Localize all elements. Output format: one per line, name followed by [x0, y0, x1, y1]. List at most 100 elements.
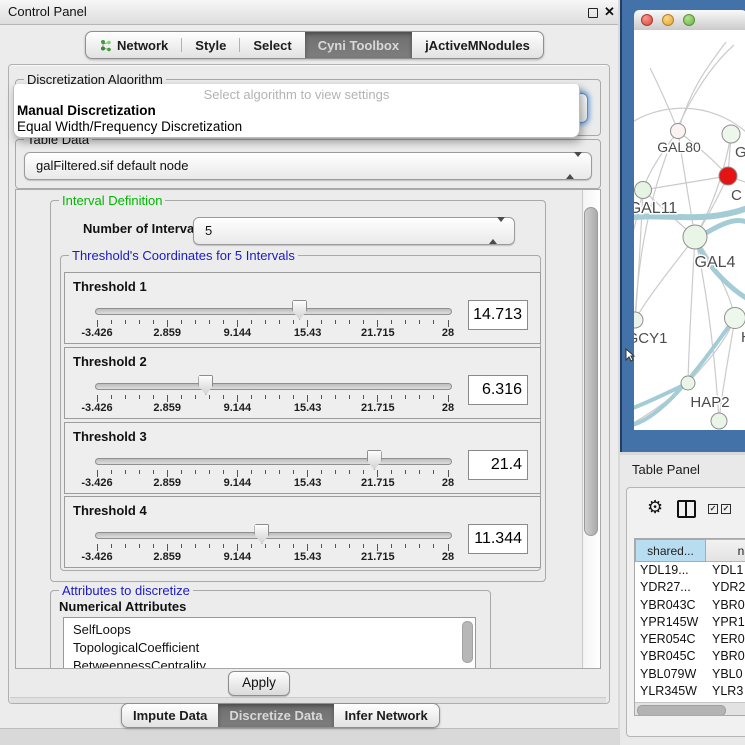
cell-name: YER0	[712, 631, 745, 648]
tick-mark	[279, 320, 280, 324]
network-node-ga[interactable]	[722, 125, 740, 143]
node-label: H	[741, 329, 745, 346]
minimize-traffic-light-icon[interactable]	[662, 14, 674, 26]
scale-label: 15.43	[294, 477, 322, 489]
threshold-value-field[interactable]: 11.344	[468, 524, 528, 554]
network-canvas[interactable]: GAL80GACGAL11GAL4GCY1HHAP2	[634, 30, 745, 430]
slider-track[interactable]	[95, 458, 452, 465]
checkbox-icon[interactable]: ✓	[721, 504, 731, 514]
cell-name: YBR0	[712, 648, 745, 665]
network-node-gal80[interactable]	[671, 124, 686, 139]
scale-label: -3.426	[81, 327, 112, 339]
tab-impute-data[interactable]: Impute Data	[122, 704, 218, 727]
network-node-gal4[interactable]	[683, 225, 707, 249]
table-row[interactable]: YLR345WYLR3	[635, 683, 745, 700]
node-label: GA	[735, 144, 745, 161]
dropdown-option-equal-width[interactable]: Equal Width/Frequency Discretization	[17, 119, 242, 134]
numerical-attributes-list[interactable]: SelfLoopsTopologicalCoefficientBetweenne…	[63, 617, 476, 669]
list-item[interactable]: BetweennessCentrality	[73, 657, 206, 669]
tick-mark	[209, 470, 210, 474]
network-graph: GAL80GACGAL11GAL4GCY1HHAP2	[634, 30, 745, 430]
horizontal-scrollbar-thumb[interactable]	[637, 705, 726, 716]
network-nodes	[634, 124, 745, 430]
network-node[interactable]	[711, 413, 727, 429]
tick-mark	[209, 320, 210, 324]
list-scrollbar-thumb[interactable]	[462, 621, 473, 663]
zoom-traffic-light-icon[interactable]	[683, 14, 695, 26]
table-row[interactable]: YBR045CYBR0	[635, 648, 745, 665]
table-row[interactable]: YDR27...YDR2	[635, 579, 745, 596]
tab-network[interactable]: Network	[86, 32, 181, 58]
tab-style[interactable]: Style	[182, 32, 239, 58]
checkbox-icon[interactable]: ✓	[708, 504, 718, 514]
scale-label: 2.859	[153, 402, 181, 414]
threshold-value-field[interactable]: 21.4	[468, 450, 528, 480]
tick-mark	[97, 544, 98, 551]
slider-thumb[interactable]	[198, 375, 213, 395]
tab-infer-network[interactable]: Infer Network	[334, 704, 439, 727]
tick-mark	[139, 320, 140, 324]
network-node-h[interactable]	[725, 308, 745, 329]
tick-mark	[167, 395, 168, 402]
table-data-combobox[interactable]: galFiltered.sif default node	[24, 152, 592, 180]
tick-mark	[419, 395, 420, 399]
tick-mark	[237, 470, 238, 477]
tab-select[interactable]: Select	[240, 32, 304, 58]
gear-icon[interactable]: ⚙	[647, 497, 663, 517]
table-row[interactable]: YER054CYER0	[635, 631, 745, 648]
tab-cyni-toolbox[interactable]: Cyni Toolbox	[305, 32, 412, 58]
tick-mark	[448, 320, 449, 327]
node-attribute-table[interactable]: shared... na YDL19...YDL1YDR27...YDR2YBR…	[634, 538, 745, 716]
close-traffic-light-icon[interactable]	[641, 14, 653, 26]
tick-mark	[153, 544, 154, 548]
horizontal-scrollbar[interactable]	[635, 702, 745, 716]
apply-button[interactable]: Apply	[228, 671, 290, 696]
number-of-intervals-combobox[interactable]: 5	[193, 217, 515, 245]
threshold-value-field[interactable]: 14.713	[468, 300, 528, 330]
tick-mark	[321, 470, 322, 474]
number-of-intervals-label: Number of Intervals	[83, 221, 205, 236]
tick-mark	[405, 544, 406, 548]
attributes-group: Attributes to discretize Numerical Attri…	[50, 590, 491, 669]
threshold-label: Threshold 1	[73, 279, 147, 294]
slider-track[interactable]	[95, 383, 452, 390]
tick-mark	[377, 544, 378, 551]
dropdown-option-manual[interactable]: Manual Discretization	[17, 103, 156, 118]
slider-thumb[interactable]	[292, 300, 307, 320]
split-column-icon[interactable]	[677, 500, 696, 518]
table-row[interactable]: YBR043CYBR0	[635, 597, 745, 614]
vertical-scrollbar[interactable]	[582, 190, 600, 668]
close-icon[interactable]: ✕	[604, 4, 615, 20]
tick-mark	[111, 470, 112, 474]
tick-mark	[167, 544, 168, 551]
tick-mark	[377, 470, 378, 477]
float-window-icon[interactable]	[588, 8, 598, 18]
cell-shared-name: YBL079W	[640, 666, 696, 683]
threshold-value-field[interactable]: 6.316	[468, 375, 528, 405]
slider-thumb[interactable]	[254, 524, 269, 544]
network-node-gcy1[interactable]	[634, 312, 643, 328]
slider-track[interactable]	[95, 308, 452, 315]
tick-mark	[265, 544, 266, 548]
network-node-c[interactable]	[719, 167, 737, 185]
slider-thumb[interactable]	[367, 450, 382, 470]
network-node-gal11[interactable]	[635, 182, 652, 199]
table-row[interactable]: YBL079WYBL0	[635, 666, 745, 683]
slider-track[interactable]	[95, 532, 452, 539]
list-item[interactable]: TopologicalCoefficient	[73, 639, 199, 657]
tick-mark	[391, 470, 392, 474]
network-node-hap2[interactable]	[681, 376, 695, 390]
list-item[interactable]: SelfLoops	[73, 621, 131, 639]
tab-jactivemnodules[interactable]: jActiveMNodules	[412, 32, 543, 58]
tick-mark	[377, 395, 378, 402]
vertical-scrollbar-thumb[interactable]	[584, 207, 598, 536]
tick-mark	[181, 470, 182, 474]
tick-mark	[125, 395, 126, 399]
tick-mark	[293, 470, 294, 474]
table-row[interactable]: YDL19...YDL1	[635, 562, 745, 579]
column-header-name[interactable]: na	[706, 539, 745, 562]
tab-discretize-data[interactable]: Discretize Data	[218, 704, 333, 727]
column-header-shared[interactable]: shared...	[635, 539, 706, 562]
tick-mark	[419, 320, 420, 324]
table-row[interactable]: YPR145WYPR1	[635, 614, 745, 631]
